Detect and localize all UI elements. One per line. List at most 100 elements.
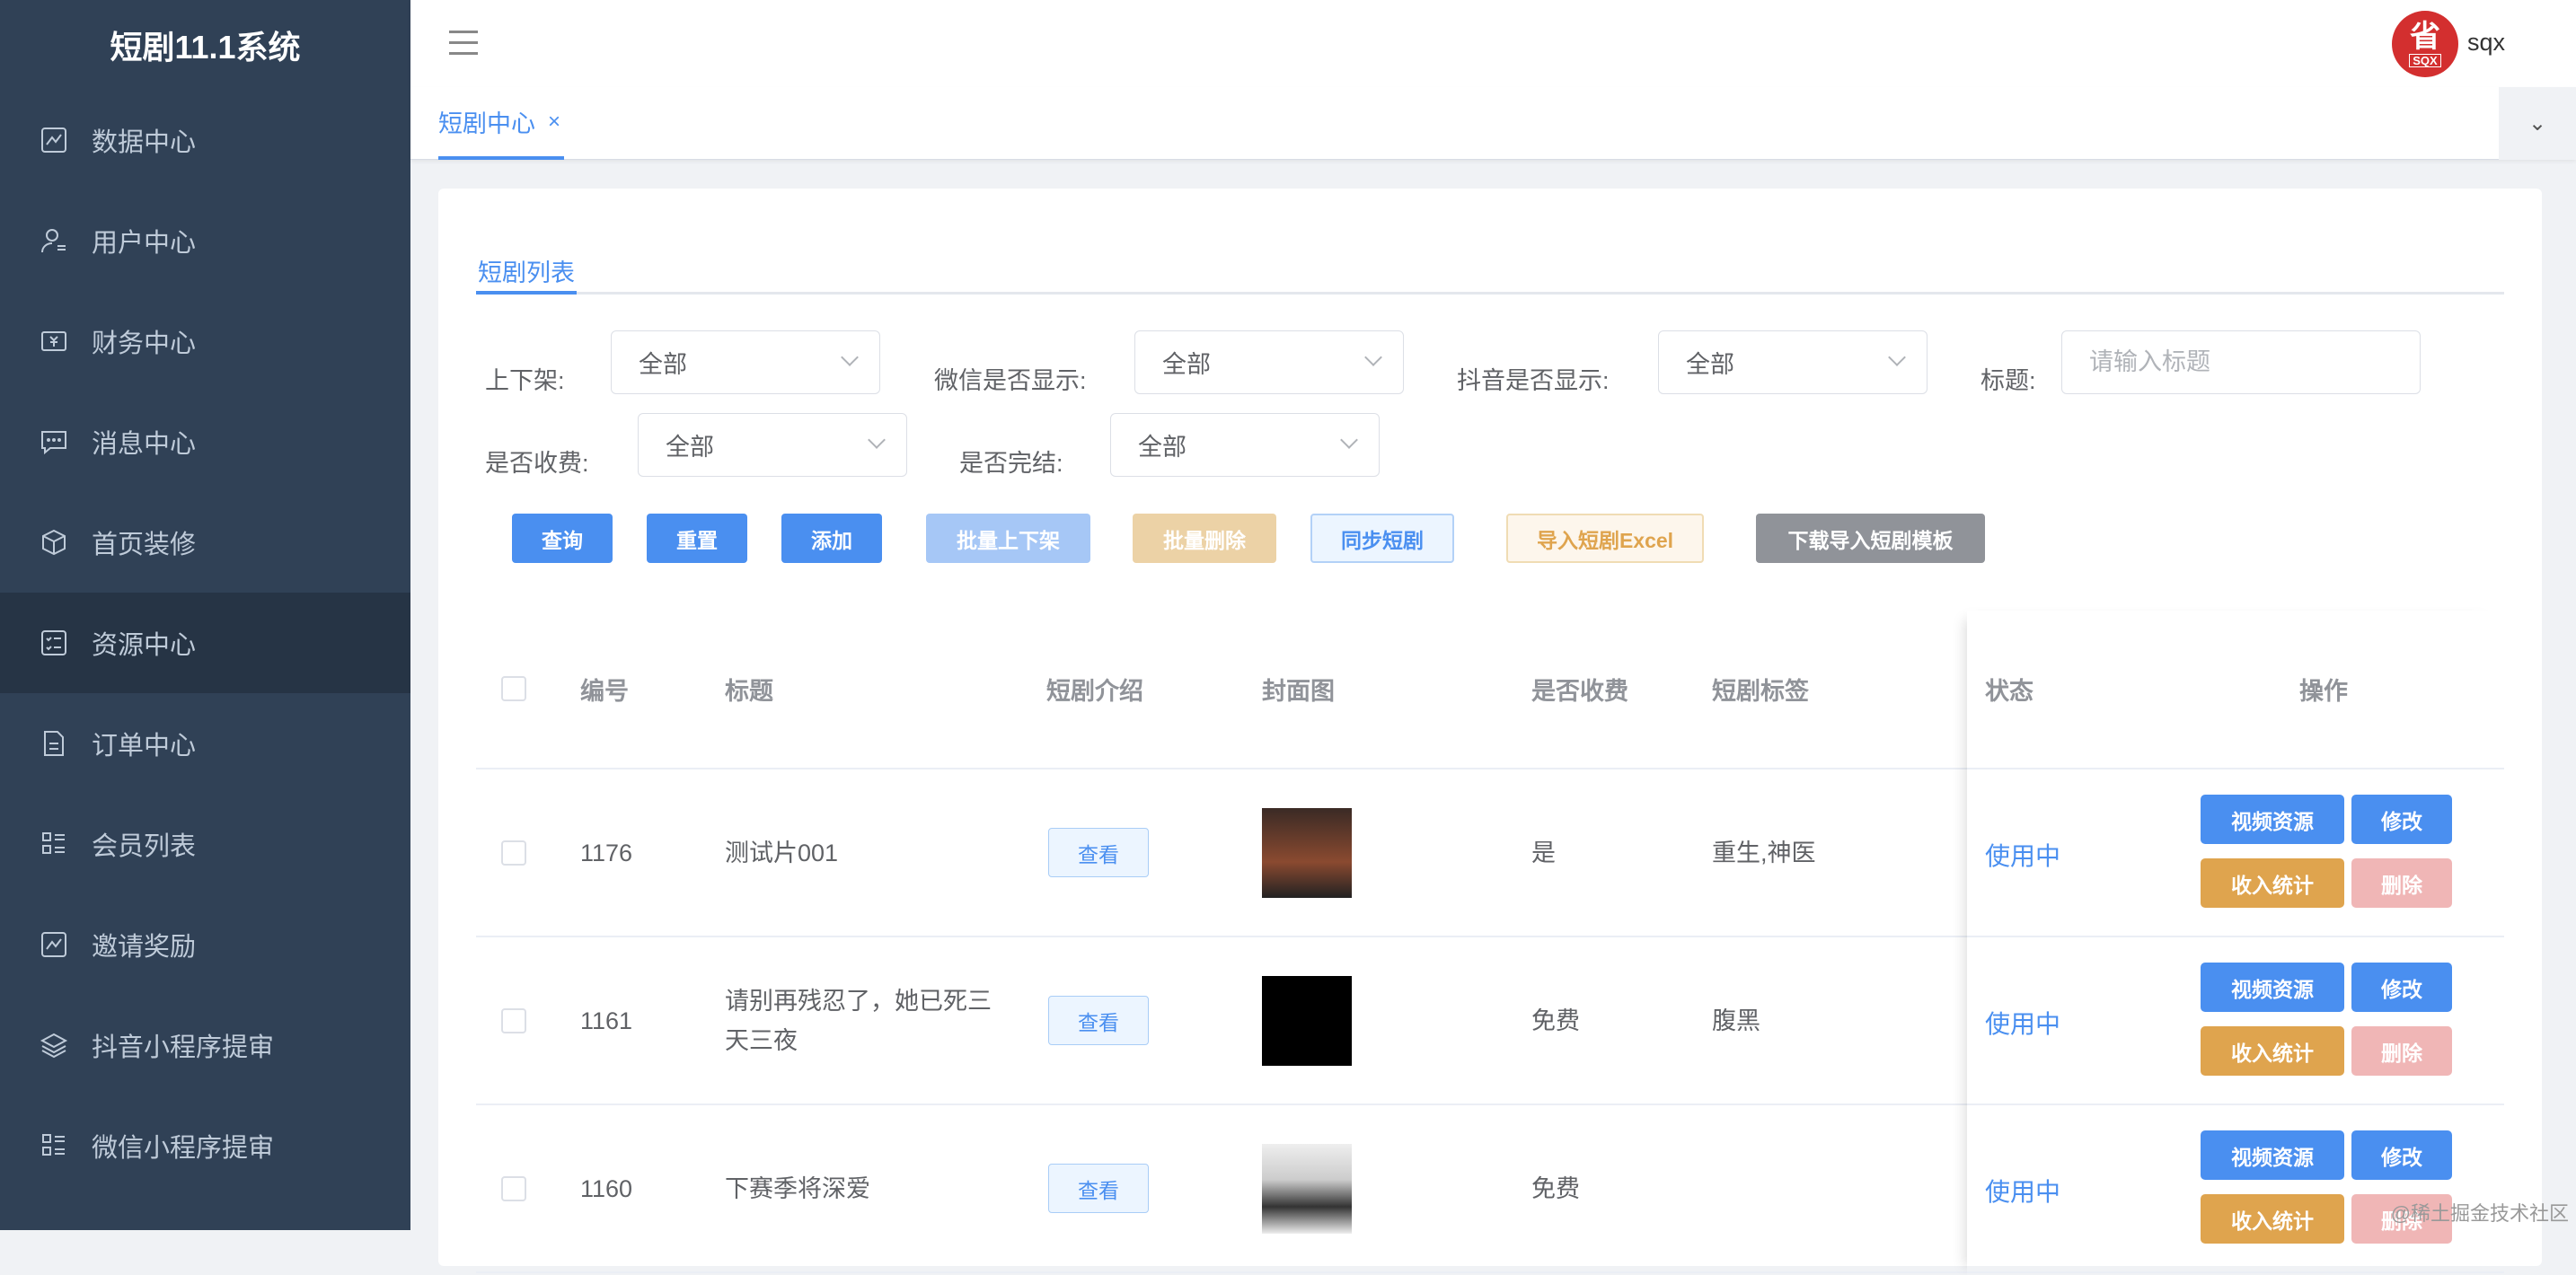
- tab-drama-list[interactable]: 短剧列表: [476, 242, 577, 295]
- cell-title: 下赛季将深爱: [725, 1175, 870, 1202]
- cover-image[interactable]: [1262, 808, 1352, 898]
- select-value: 全部: [1686, 351, 1734, 378]
- view-intro-button[interactable]: 查看: [1048, 1164, 1149, 1213]
- avatar[interactable]: 省 SQX: [2392, 11, 2458, 77]
- user-icon: [41, 229, 66, 253]
- batch-delete-button[interactable]: 批量删除: [1133, 514, 1276, 563]
- chevron-down-icon: [1364, 348, 1382, 366]
- filter-label-shelf: 上下架:: [485, 367, 565, 394]
- sidebar-item-2[interactable]: 财务中心: [0, 291, 410, 391]
- drama-list-card: 短剧列表 上下架: 全部 微信是否显示: 全部 抖音是否显示: 全部 标题: 是…: [438, 189, 2542, 1273]
- cell-title: 请别再残忍了，她已死三天三夜: [725, 988, 992, 1054]
- sidebar-item-4[interactable]: 首页装修: [0, 492, 410, 593]
- chevron-down-icon: [1340, 431, 1358, 449]
- cell-id: 1160: [580, 1175, 633, 1202]
- document-icon: [44, 731, 64, 756]
- cube-icon: [42, 529, 66, 556]
- cell-paid: 是: [1531, 840, 1556, 866]
- sidebar: 短剧11.1系统 数据中心用户中心财务中心消息中心首页装修资源中心订单中心会员列…: [0, 0, 410, 1230]
- header-intro: 短剧介绍: [1046, 678, 1143, 705]
- app-title: 短剧11.1系统: [110, 29, 301, 66]
- header-paid: 是否收费: [1531, 678, 1628, 705]
- username[interactable]: sqx: [2467, 29, 2505, 57]
- close-icon[interactable]: ×: [548, 110, 560, 135]
- fixed-column-shadow: [1967, 611, 2504, 1275]
- chart-icon: [41, 932, 66, 957]
- download-template-button[interactable]: 下载导入短剧模板: [1756, 514, 1985, 563]
- cover-image[interactable]: [1262, 976, 1352, 1066]
- filter-label-title: 标题:: [1981, 367, 2036, 394]
- select-all-checkbox[interactable]: [501, 676, 526, 701]
- watermark: @稀土掘金技术社区: [2390, 1202, 2569, 1225]
- sidebar-item-9[interactable]: 抖音小程序提审: [0, 995, 410, 1095]
- reset-button[interactable]: 重置: [647, 514, 747, 563]
- sidebar-item-label: 订单中心: [92, 732, 197, 761]
- sidebar-item-7[interactable]: 会员列表: [0, 794, 410, 894]
- cell-tags: 腹黑: [1712, 1007, 1760, 1034]
- chevron-down-icon: [1888, 348, 1906, 366]
- batch-shelf-button[interactable]: 批量上下架: [926, 514, 1090, 563]
- chevron-down-icon: [841, 348, 859, 366]
- sidebar-item-label: 邀请奖励: [92, 933, 197, 962]
- sidebar-item-label: 资源中心: [92, 631, 197, 660]
- cell-paid: 免费: [1531, 1007, 1580, 1034]
- chevron-down-icon[interactable]: ⌄: [2499, 87, 2576, 160]
- header-title: 标题: [725, 678, 773, 705]
- layers-icon: [40, 1033, 68, 1059]
- cell-paid: 免费: [1531, 1175, 1580, 1202]
- avatar-subtext: SQX: [2409, 53, 2441, 67]
- avatar-text: 省: [2410, 19, 2440, 54]
- title-search-input[interactable]: [2061, 330, 2421, 394]
- chevron-down-icon: [868, 431, 886, 449]
- shelf-select[interactable]: 全部: [611, 330, 880, 394]
- paid-select[interactable]: 全部: [638, 413, 907, 477]
- add-button[interactable]: 添加: [781, 514, 882, 563]
- tag-label: 短剧中心: [438, 110, 535, 137]
- import-excel-button[interactable]: 导入短剧Excel: [1506, 514, 1704, 563]
- row-checkbox[interactable]: [501, 1176, 526, 1201]
- row-checkbox[interactable]: [501, 840, 526, 866]
- tag-drama-center[interactable]: 短剧中心 ×: [438, 87, 565, 160]
- message-icon: [41, 431, 66, 455]
- header-id: 编号: [580, 678, 629, 705]
- list-icon: [42, 1134, 65, 1156]
- header-tags: 短剧标签: [1712, 678, 1809, 705]
- view-intro-button[interactable]: 查看: [1048, 828, 1149, 877]
- sidebar-item-label: 抖音小程序提审: [92, 1033, 275, 1062]
- cell-id: 1161: [580, 1007, 633, 1034]
- sidebar-item-label: 用户中心: [92, 229, 197, 258]
- sidebar-item-8[interactable]: 邀请奖励: [0, 894, 410, 995]
- hamburger-menu-icon[interactable]: [449, 31, 478, 56]
- select-value: 全部: [1162, 351, 1211, 378]
- sidebar-item-1[interactable]: 用户中心: [0, 190, 410, 291]
- filter-label-finished: 是否完结:: [959, 450, 1063, 477]
- sync-drama-button[interactable]: 同步短剧: [1310, 514, 1454, 563]
- filter-label-wechat: 微信是否显示:: [934, 367, 1087, 394]
- sidebar-item-3[interactable]: 消息中心: [0, 391, 410, 492]
- header-cover: 封面图: [1262, 678, 1335, 705]
- sidebar-item-label: 消息中心: [92, 430, 197, 459]
- sidebar-item-5[interactable]: 资源中心: [0, 593, 410, 693]
- view-intro-button[interactable]: 查看: [1048, 996, 1149, 1045]
- sidebar-item-label: 首页装修: [92, 531, 197, 559]
- sidebar-item-6[interactable]: 订单中心: [0, 693, 410, 794]
- cell-id: 1176: [580, 840, 633, 866]
- select-value: 全部: [639, 351, 687, 378]
- sidebar-item-0[interactable]: 数据中心: [0, 90, 410, 190]
- top-header: 省 SQX sqx: [410, 0, 2576, 87]
- wechat-visible-select[interactable]: 全部: [1134, 330, 1404, 394]
- select-value: 全部: [1138, 434, 1187, 461]
- chart-icon: [41, 128, 66, 153]
- select-value: 全部: [666, 434, 714, 461]
- query-button[interactable]: 查询: [512, 514, 613, 563]
- wallet-icon: [41, 331, 66, 351]
- cell-title: 测试片001: [725, 840, 839, 866]
- finished-select[interactable]: 全部: [1110, 413, 1380, 477]
- cover-image[interactable]: [1262, 1144, 1352, 1234]
- cell-tags: 重生,神医: [1712, 840, 1816, 866]
- douyin-visible-select[interactable]: 全部: [1658, 330, 1928, 394]
- checklist-icon: [41, 630, 66, 655]
- row-checkbox[interactable]: [501, 1008, 526, 1033]
- sidebar-item-10[interactable]: 微信小程序提审: [0, 1095, 410, 1196]
- tags-view: 短剧中心 × ⌄: [410, 87, 2576, 160]
